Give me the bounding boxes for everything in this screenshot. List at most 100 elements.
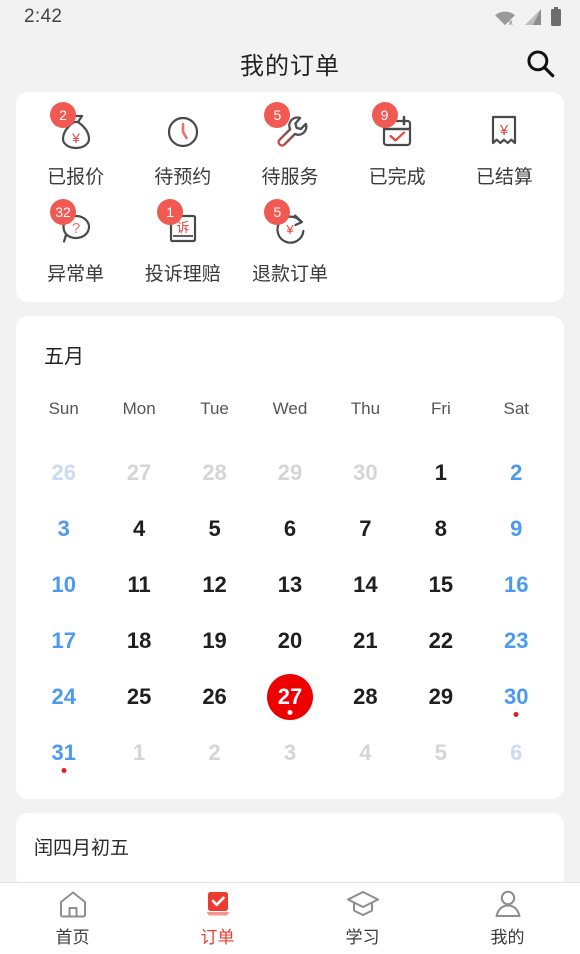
calendar-day[interactable]: 13 xyxy=(252,557,327,613)
status-item-label: 已报价 xyxy=(47,167,105,188)
calendar-day[interactable]: 23 xyxy=(479,613,554,669)
calendar-weekday: Fri xyxy=(430,399,451,418)
calendar-day[interactable]: 9 xyxy=(479,501,554,557)
calendar-day[interactable]: 26 xyxy=(26,445,101,501)
calendar-day[interactable]: 21 xyxy=(328,613,403,669)
calendar-day[interactable]: 18 xyxy=(101,613,176,669)
calendar-day[interactable]: 1 xyxy=(101,725,176,781)
calendar-weekday: Sat xyxy=(503,399,530,418)
status-item-quoted[interactable]: ¥ 2 已报价 xyxy=(22,102,129,189)
calendar-event-dot xyxy=(61,768,67,773)
tab-home[interactable]: 首页 xyxy=(0,883,145,954)
status-badge: 9 xyxy=(371,102,398,128)
status-item-pending-service[interactable]: 5 待服务 xyxy=(236,102,343,189)
calendar-day[interactable]: 5 xyxy=(403,725,478,781)
calendar-day[interactable]: 5 xyxy=(177,501,252,557)
status-bar: 2:42 x xyxy=(0,0,580,34)
calendar-day[interactable]: 3 xyxy=(252,725,327,781)
home-icon xyxy=(59,891,86,918)
calendar-day-number: 4 xyxy=(133,516,146,541)
calendar-day[interactable]: 6 xyxy=(252,501,327,557)
status-item-refund[interactable]: ¥ 5 退款订单 xyxy=(236,199,343,286)
calendar-day-number: 26 xyxy=(51,460,76,485)
calendar-day[interactable]: 2 xyxy=(479,445,554,501)
status-item-label: 异常单 xyxy=(47,264,105,285)
calendar-day-number: 29 xyxy=(428,684,454,709)
calendar-day[interactable]: 4 xyxy=(328,725,403,781)
status-item-settled[interactable]: ¥ 已结算 xyxy=(451,110,558,189)
calendar-day-number: 16 xyxy=(504,572,529,597)
calendar-day[interactable]: 28 xyxy=(328,669,403,725)
calendar-day[interactable]: 29 xyxy=(403,669,478,725)
calendar-day-number: 15 xyxy=(428,572,454,597)
lunar-date-card: 闰四月初五 xyxy=(16,813,564,882)
calendar-day-number: 19 xyxy=(202,628,227,653)
calendar-day[interactable]: 25 xyxy=(101,669,176,725)
calendar-day[interactable]: 29 xyxy=(252,445,327,501)
tab-orders[interactable]: 订单 xyxy=(145,883,290,954)
calendar-day[interactable]: 16 xyxy=(479,557,554,613)
calendar-day[interactable]: 30 xyxy=(328,445,403,501)
calendar-day[interactable]: 4 xyxy=(101,501,176,557)
calendar-day[interactable]: 7 xyxy=(328,501,403,557)
status-item-pending-appointment[interactable]: 待预约 xyxy=(129,110,236,189)
calendar-day[interactable]: 28 xyxy=(177,445,252,501)
calendar-day[interactable]: 10 xyxy=(26,557,101,613)
calendar-day-number: 17 xyxy=(51,628,76,653)
status-item-complaint[interactable]: 诉 1 投诉理赔 xyxy=(129,199,236,286)
status-badge: 2 xyxy=(50,102,76,128)
calendar-day[interactable]: 6 xyxy=(479,725,554,781)
calendar-day-number: 31 xyxy=(51,740,76,765)
calendar-day-number: 2 xyxy=(208,740,221,765)
svg-text:诉: 诉 xyxy=(176,221,189,236)
calendar-day[interactable]: 2 xyxy=(177,725,252,781)
calendar-day[interactable]: 24 xyxy=(26,669,101,725)
calendar-day[interactable]: 26 xyxy=(177,669,252,725)
calendar-day[interactable]: 14 xyxy=(328,557,403,613)
status-item-spacer xyxy=(344,207,451,286)
status-item-label: 待预约 xyxy=(154,167,212,188)
calendar-day[interactable]: 15 xyxy=(403,557,478,613)
order-status-row-1: ¥ 2 已报价 待预约 5 待服务 9 已完成 ¥ 已结算 xyxy=(22,102,558,189)
calendar-day[interactable]: 17 xyxy=(26,613,101,669)
calendar-day[interactable]: 20 xyxy=(252,613,327,669)
calendar-day[interactable]: 3 xyxy=(26,501,101,557)
calendar-day[interactable]: 22 xyxy=(403,613,478,669)
tab-label: 订单 xyxy=(200,928,235,947)
calendar-weekday: Sun xyxy=(48,399,79,418)
calendar-day-number: 14 xyxy=(353,572,378,597)
calendar-day[interactable]: 19 xyxy=(177,613,252,669)
calendar-day-number: 2 xyxy=(510,460,523,485)
order-status-card: ¥ 2 已报价 待预约 5 待服务 9 已完成 ¥ 已结算 ? 32 异常单 诉… xyxy=(16,92,564,302)
status-item-spacer xyxy=(451,207,558,286)
calendar-day-number: 10 xyxy=(51,572,76,597)
calendar-day-number: 9 xyxy=(510,516,523,541)
calendar-day-number: 25 xyxy=(126,684,152,709)
calendar-day-number: 4 xyxy=(359,740,372,765)
svg-text:¥: ¥ xyxy=(499,122,509,139)
calendar-day-number: 21 xyxy=(353,628,378,653)
calendar-day-number: 22 xyxy=(428,628,454,653)
calendar-day[interactable]: 12 xyxy=(177,557,252,613)
app-header: 我的订单 xyxy=(0,34,580,92)
status-item-completed[interactable]: 9 已完成 xyxy=(344,102,451,189)
tab-learning[interactable]: 学习 xyxy=(290,883,435,954)
calendar-day-number: 6 xyxy=(283,516,297,541)
status-item-abnormal[interactable]: ? 32 异常单 xyxy=(22,199,129,286)
calendar-day[interactable]: 11 xyxy=(101,557,176,613)
calendar-day-selected[interactable]: 27 xyxy=(252,669,327,725)
calendar-day-number: 5 xyxy=(208,516,221,541)
tab-profile[interactable]: 我的 xyxy=(435,883,580,954)
calendar-day-number: 7 xyxy=(359,516,372,541)
calendar-day[interactable]: 27 xyxy=(101,445,176,501)
calendar-day[interactable]: 30 xyxy=(479,669,554,725)
calendar-day[interactable]: 1 xyxy=(403,445,478,501)
calendar-day-number: 6 xyxy=(510,740,523,765)
svg-text:?: ? xyxy=(71,220,79,237)
calendar-day[interactable]: 8 xyxy=(403,501,478,557)
calendar-day-number: 5 xyxy=(434,740,447,765)
calendar-day[interactable]: 31 xyxy=(26,725,101,781)
person-icon xyxy=(495,890,520,917)
search-button[interactable] xyxy=(518,41,562,85)
calendar-weekday-row: Sun Mon Tue Wed Thu Fri Sat xyxy=(26,399,554,445)
